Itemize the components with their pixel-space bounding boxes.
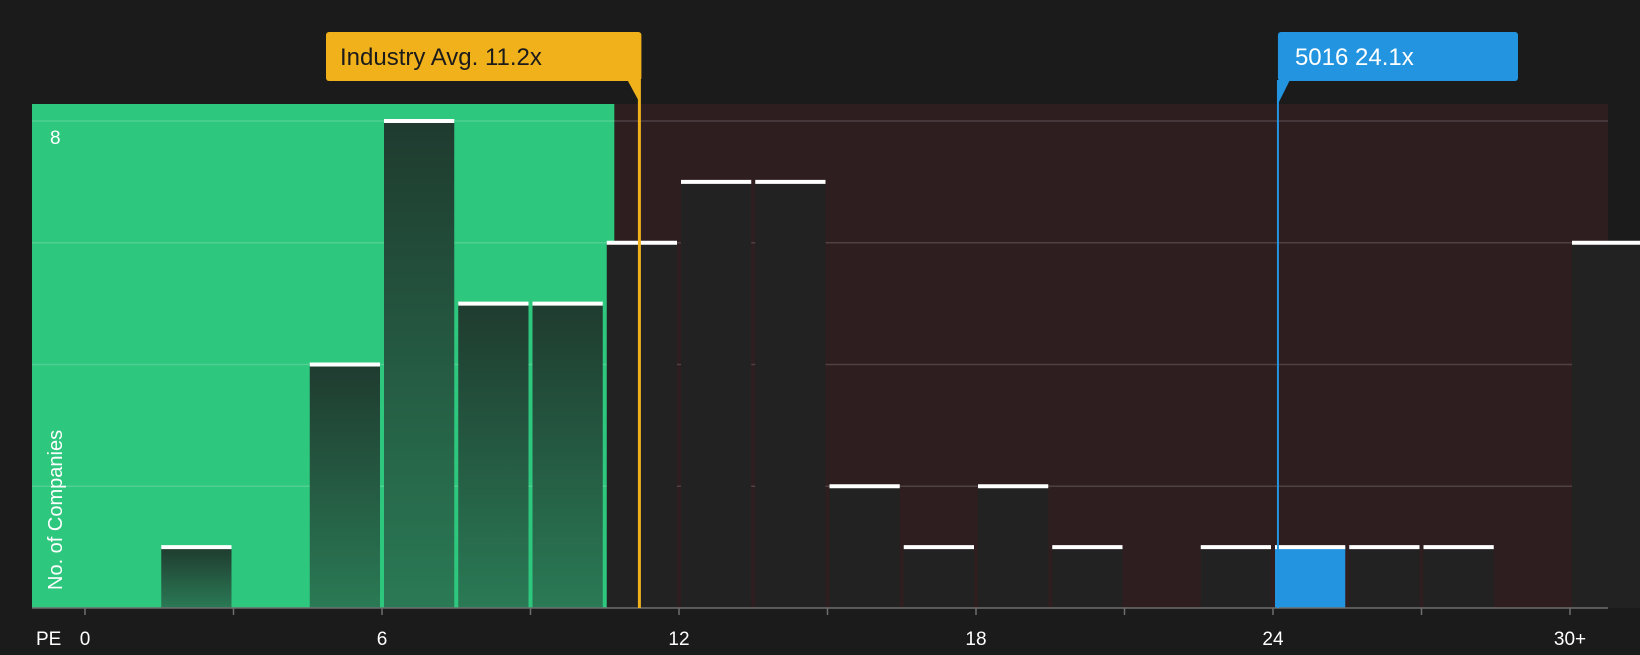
bar [978,486,1049,608]
bar-cap [309,362,380,367]
x-tick-label: 18 [965,629,986,650]
bar [1200,547,1271,608]
x-tick-label: 0 [80,629,91,650]
bar [829,486,900,608]
x-tick-label: 30+ [1554,629,1586,650]
bar-cap [681,179,752,184]
y-axis-label: No. of Companies [45,430,67,590]
company-pe-pointer [1277,80,1290,104]
bar-cap [532,301,603,306]
pe-distribution-chart: 0 6 12 18 24 30+ PE 8 No. of Companies Industry A… [0,0,1640,650]
bar-cap [903,545,974,550]
bar [1423,547,1494,608]
bar-cap [161,545,232,550]
bar-cap [978,484,1049,489]
bar-cap [1052,545,1123,550]
bar [309,364,380,608]
bar-cap [1349,545,1420,550]
bar-cap [755,179,826,184]
bar [1572,242,1640,608]
bar-cap [1423,545,1494,550]
industry-avg-label: Industry Avg. 11.2x [340,44,542,71]
bar [458,303,529,608]
bar-cap [1200,545,1271,550]
bar-cap [384,119,455,123]
bar [384,121,455,608]
y-tick-label: 8 [50,128,61,149]
bar [1349,547,1420,608]
bar [681,181,752,608]
bar-cap [458,301,529,306]
x-tick-label: 6 [377,629,388,650]
highlighted-bar [1275,547,1346,608]
x-axis-label: PE [36,629,61,650]
bar-cap [829,484,900,489]
bar-cap [1572,240,1640,245]
bar [532,303,603,608]
chart-svg: 0 6 12 18 24 30+ PE 8 No. of Companies Industry A… [32,32,1640,650]
x-tick-label: 24 [1262,629,1284,650]
bar [161,547,232,608]
bar [903,547,974,608]
bar-cap [1275,545,1346,550]
bar-cap [606,240,677,245]
bar [606,242,677,608]
company-pe-label: 5016 24.1x [1295,44,1414,71]
x-tick-label: 12 [668,629,689,650]
bar [755,181,826,608]
bar [1052,547,1123,608]
